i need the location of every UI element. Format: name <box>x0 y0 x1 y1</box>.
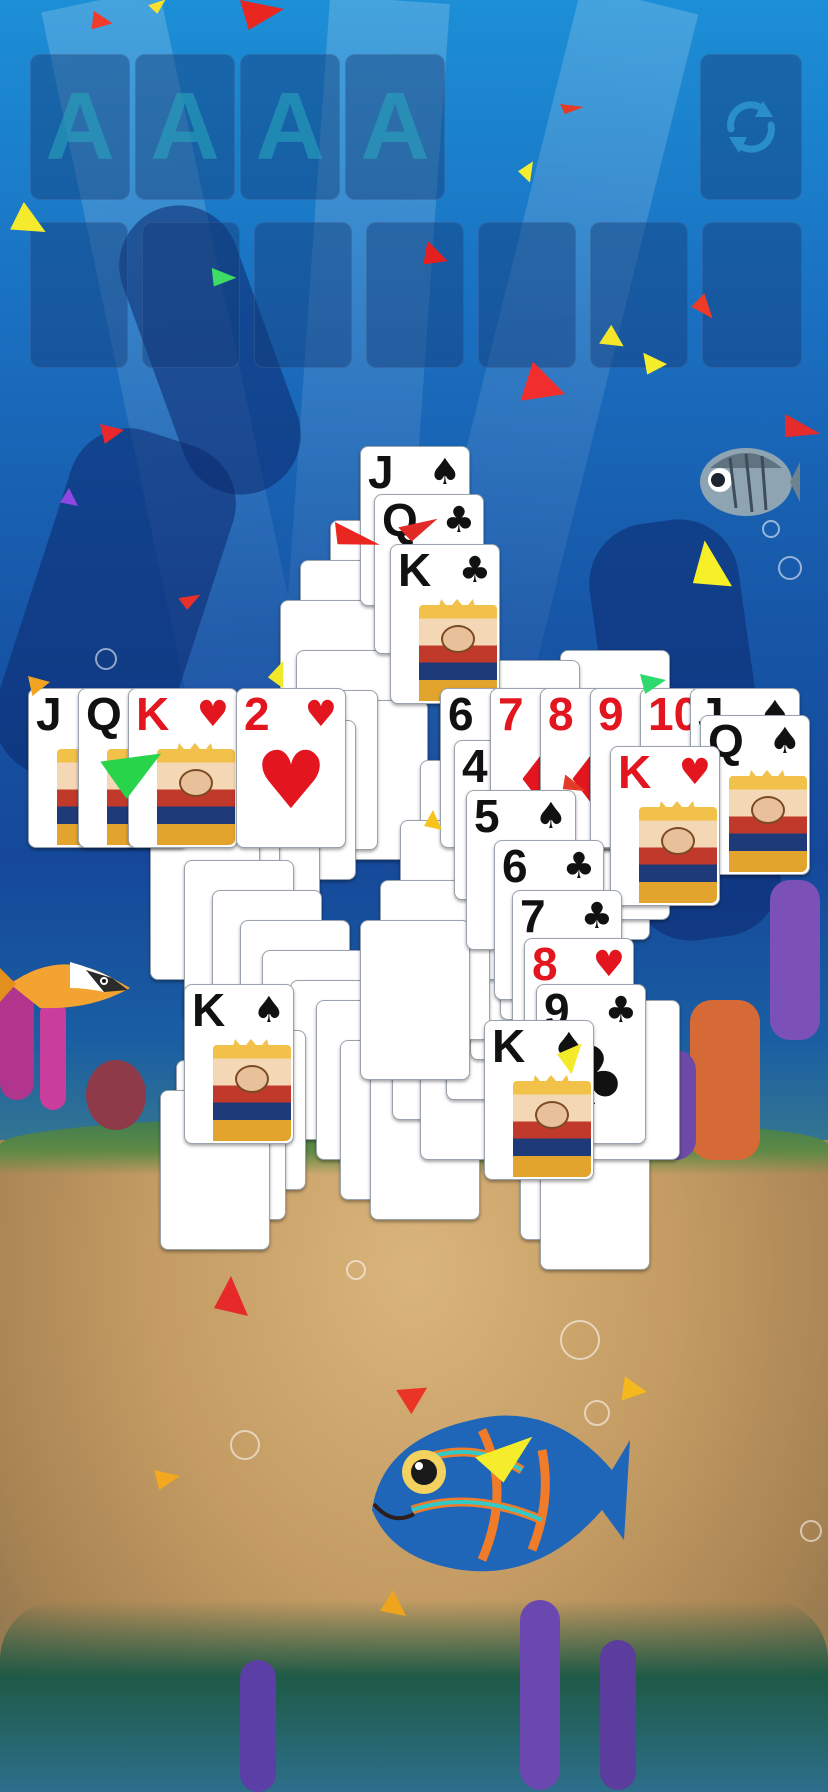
confetti-piece <box>396 1380 434 1417</box>
confetti-piece <box>5 202 52 248</box>
confetti-piece <box>635 346 667 379</box>
confetti-piece <box>100 741 171 803</box>
confetti-piece <box>424 810 442 830</box>
confetti-piece <box>28 676 50 696</box>
confetti-piece <box>178 591 203 612</box>
confetti-piece <box>100 424 124 444</box>
game-board: A A A A J♠Q♣K♣J♠Q♠K♥2♥♥6♠♠4♠♠7♦♦8♦♦9♦♦10… <box>0 0 828 1792</box>
confetti-piece <box>558 774 588 799</box>
confetti-piece <box>475 1427 545 1488</box>
confetti-piece <box>209 268 238 290</box>
confetti-piece <box>553 1036 591 1074</box>
confetti-piece <box>88 11 115 35</box>
confetti-piece <box>596 325 629 358</box>
confetti-piece <box>240 0 284 30</box>
confetti-piece <box>214 1276 248 1316</box>
confetti-piece <box>154 1470 180 1490</box>
confetti-piece <box>148 0 170 16</box>
confetti-piece <box>380 1590 406 1616</box>
confetti-piece <box>560 104 584 114</box>
confetti-piece <box>416 237 447 270</box>
confetti-piece <box>516 157 540 182</box>
confetti-piece <box>513 362 571 419</box>
confetti-piece <box>686 537 732 593</box>
confetti-piece <box>328 522 382 558</box>
confetti-effect <box>0 0 828 1792</box>
confetti-piece <box>60 488 78 506</box>
confetti-piece <box>398 514 442 545</box>
confetti-piece <box>640 674 666 694</box>
confetti-piece <box>617 1376 650 1407</box>
confetti-piece <box>266 658 292 689</box>
confetti-piece <box>689 293 718 325</box>
confetti-piece <box>777 414 822 448</box>
